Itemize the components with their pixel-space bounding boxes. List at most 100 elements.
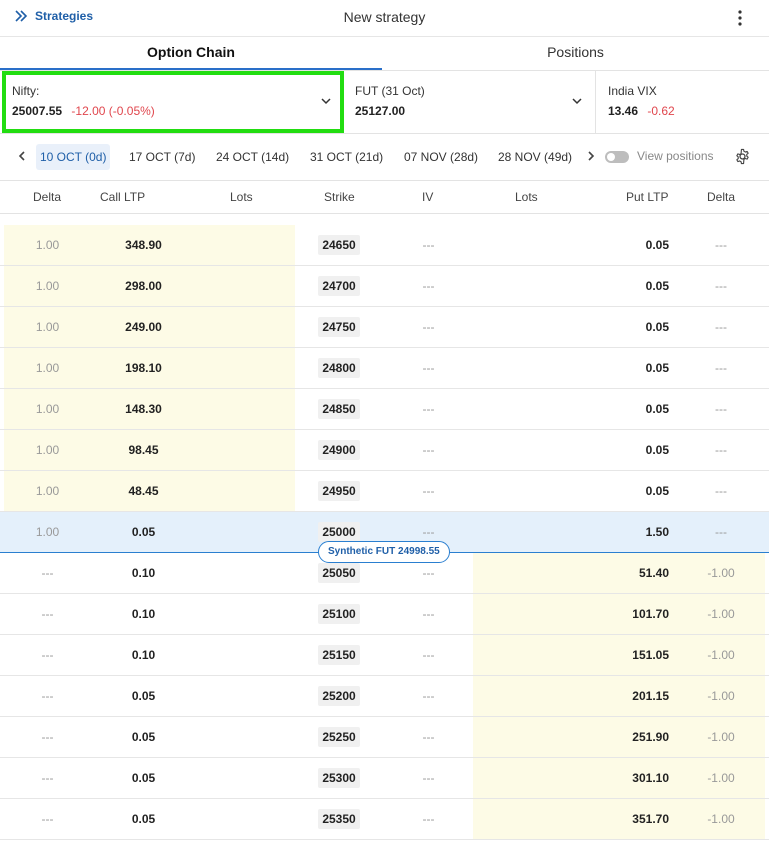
view-positions-toggle[interactable] [605, 151, 629, 163]
iv-cell: --- [422, 812, 435, 826]
vix-price: 13.46 [608, 104, 639, 118]
expiry-10-oct[interactable]: 10 OCT (0d) [36, 144, 111, 170]
col-call-ltp: Call LTP [100, 190, 146, 204]
put-delta-cell: -1.00 [707, 566, 735, 580]
expiry-date: 07 NOV [404, 150, 447, 164]
table-row[interactable]: --- 0.05 --- 351.70 -1.00 25350 [0, 799, 769, 840]
put-ltp-cell[interactable]: 0.05 [560, 266, 669, 306]
put-delta-cell: --- [715, 525, 727, 539]
table-row[interactable]: 1.00 298.00 --- 0.05 --- 24700 [0, 266, 769, 307]
top-header: Strategies New strategy [0, 0, 769, 37]
call-delta-cell: --- [41, 566, 54, 580]
call-ltp-cell[interactable]: 198.10 [95, 348, 192, 388]
more-options-icon[interactable] [733, 9, 747, 27]
put-ltp-cell[interactable]: 0.05 [560, 389, 669, 429]
table-row[interactable]: --- 0.05 --- 251.90 -1.00 25250 [0, 717, 769, 758]
put-ltp-cell[interactable]: 301.10 [560, 758, 669, 798]
table-row[interactable]: 1.00 249.00 --- 0.05 --- 24750 [0, 307, 769, 348]
vix-name: India VIX [608, 84, 657, 98]
synthetic-fut-badge: Synthetic FUT 24998.55 [318, 541, 450, 563]
table-row[interactable]: --- 0.10 --- 101.70 -1.00 25100 [0, 594, 769, 635]
expiry-days: (49d) [544, 150, 573, 164]
call-ltp-cell[interactable]: 0.05 [95, 758, 192, 798]
table-row[interactable]: --- 0.10 --- 151.05 -1.00 25150 [0, 635, 769, 676]
strike-cell: 25100 [318, 604, 360, 624]
option-chain-rows: 1.00 348.90 --- 0.05 --- 24650 1.00 298.00 --- 0.… [0, 214, 769, 857]
put-ltp-cell[interactable]: 51.40 [560, 553, 669, 593]
call-ltp-cell[interactable]: 0.05 [95, 717, 192, 757]
call-ltp-cell[interactable]: 348.90 [95, 225, 192, 265]
put-delta-cell: --- [715, 320, 727, 334]
call-delta-cell: --- [41, 689, 54, 703]
expiry-bar: 10 OCT (0d) 17 OCT (7d) 24 OCT (14d) 31 … [0, 134, 769, 181]
col-strike: Strike [324, 190, 355, 204]
table-row[interactable]: 1.00 148.30 --- 0.05 --- 24850 [0, 389, 769, 430]
put-ltp-cell[interactable]: 0.05 [560, 307, 669, 347]
expiry-date: 10 OCT [40, 150, 82, 164]
iv-cell: --- [422, 402, 435, 416]
expiry-date: 28 NOV [498, 150, 541, 164]
iv-cell: --- [422, 320, 435, 334]
chevron-right-icon[interactable] [585, 150, 597, 162]
gear-icon[interactable] [734, 148, 751, 165]
call-delta-cell: 1.00 [35, 279, 60, 293]
table-row[interactable]: 1.00 98.45 --- 0.05 --- 24900 [0, 430, 769, 471]
call-delta-cell: 1.00 [35, 361, 60, 375]
expiry-date: 24 OCT [216, 150, 258, 164]
call-delta-cell: 1.00 [35, 238, 60, 252]
call-ltp-cell[interactable]: 0.05 [95, 676, 192, 716]
chevron-left-icon[interactable] [16, 150, 28, 162]
call-delta-cell: 1.00 [35, 525, 60, 539]
expiry-28-nov[interactable]: 28 NOV (49d) [494, 144, 576, 170]
strike-cell: 24700 [318, 276, 360, 296]
tab-option-chain[interactable]: Option Chain [0, 37, 382, 70]
call-ltp-cell[interactable]: 0.10 [95, 635, 192, 675]
call-ltp-cell[interactable]: 298.00 [95, 266, 192, 306]
table-row[interactable]: 1.00 348.90 --- 0.05 --- 24650 [0, 225, 769, 266]
expiry-17-oct[interactable]: 17 OCT (7d) [125, 144, 199, 170]
nifty-change: -12.00 (-0.05%) [71, 104, 155, 118]
put-ltp-cell[interactable]: 0.05 [560, 225, 669, 265]
expiry-07-nov[interactable]: 07 NOV (28d) [400, 144, 482, 170]
nifty-selector[interactable]: Nifty: 25007.55 -12.00 (-0.05%) [2, 71, 344, 133]
call-ltp-cell[interactable]: 0.05 [95, 799, 192, 839]
table-row[interactable]: --- 0.05 --- 201.15 -1.00 25200 [0, 676, 769, 717]
call-ltp-cell[interactable]: 48.45 [95, 471, 192, 511]
table-row[interactable]: --- 0.05 --- 301.10 -1.00 25300 [0, 758, 769, 799]
put-ltp-cell[interactable]: 151.05 [560, 635, 669, 675]
put-ltp-cell[interactable]: 0.05 [560, 471, 669, 511]
fut-selector[interactable]: FUT (31 Oct) 25127.00 [345, 71, 596, 133]
put-ltp-cell[interactable]: 201.15 [560, 676, 669, 716]
put-ltp-cell[interactable]: 0.05 [560, 348, 669, 388]
vix-price-line: 13.46 -0.62 [608, 104, 675, 118]
put-ltp-cell[interactable]: 1.50 [560, 512, 669, 552]
india-vix: India VIX 13.46 -0.62 [598, 71, 769, 133]
put-ltp-cell[interactable]: 0.05 [560, 430, 669, 470]
call-ltp-cell[interactable]: 0.05 [95, 512, 192, 552]
fut-name: FUT (31 Oct) [355, 84, 425, 98]
tab-positions[interactable]: Positions [382, 37, 769, 70]
iv-cell: --- [422, 771, 435, 785]
call-ltp-cell[interactable]: 98.45 [95, 430, 192, 470]
call-ltp-cell[interactable]: 0.10 [95, 553, 192, 593]
chevron-down-icon [321, 98, 331, 105]
expiry-31-oct[interactable]: 31 OCT (21d) [306, 144, 387, 170]
put-delta-cell: -1.00 [707, 771, 735, 785]
table-row[interactable]: 1.00 48.45 --- 0.05 --- 24950 [0, 471, 769, 512]
expiry-24-oct[interactable]: 24 OCT (14d) [212, 144, 293, 170]
call-delta-cell: --- [41, 812, 54, 826]
call-ltp-cell[interactable]: 148.30 [95, 389, 192, 429]
expiry-date: 17 OCT [129, 150, 171, 164]
put-ltp-cell[interactable]: 101.70 [560, 594, 669, 634]
iv-cell: --- [422, 361, 435, 375]
put-ltp-cell[interactable]: 251.90 [560, 717, 669, 757]
iv-cell: --- [422, 484, 435, 498]
view-positions-label: View positions [637, 149, 714, 163]
put-delta-cell: --- [715, 238, 727, 252]
iv-cell: --- [422, 443, 435, 457]
call-ltp-cell[interactable]: 0.10 [95, 594, 192, 634]
call-ltp-cell[interactable]: 249.00 [95, 307, 192, 347]
put-ltp-cell[interactable]: 351.70 [560, 799, 669, 839]
table-row[interactable]: 1.00 198.10 --- 0.05 --- 24800 [0, 348, 769, 389]
expiry-days: (0d) [85, 150, 107, 164]
